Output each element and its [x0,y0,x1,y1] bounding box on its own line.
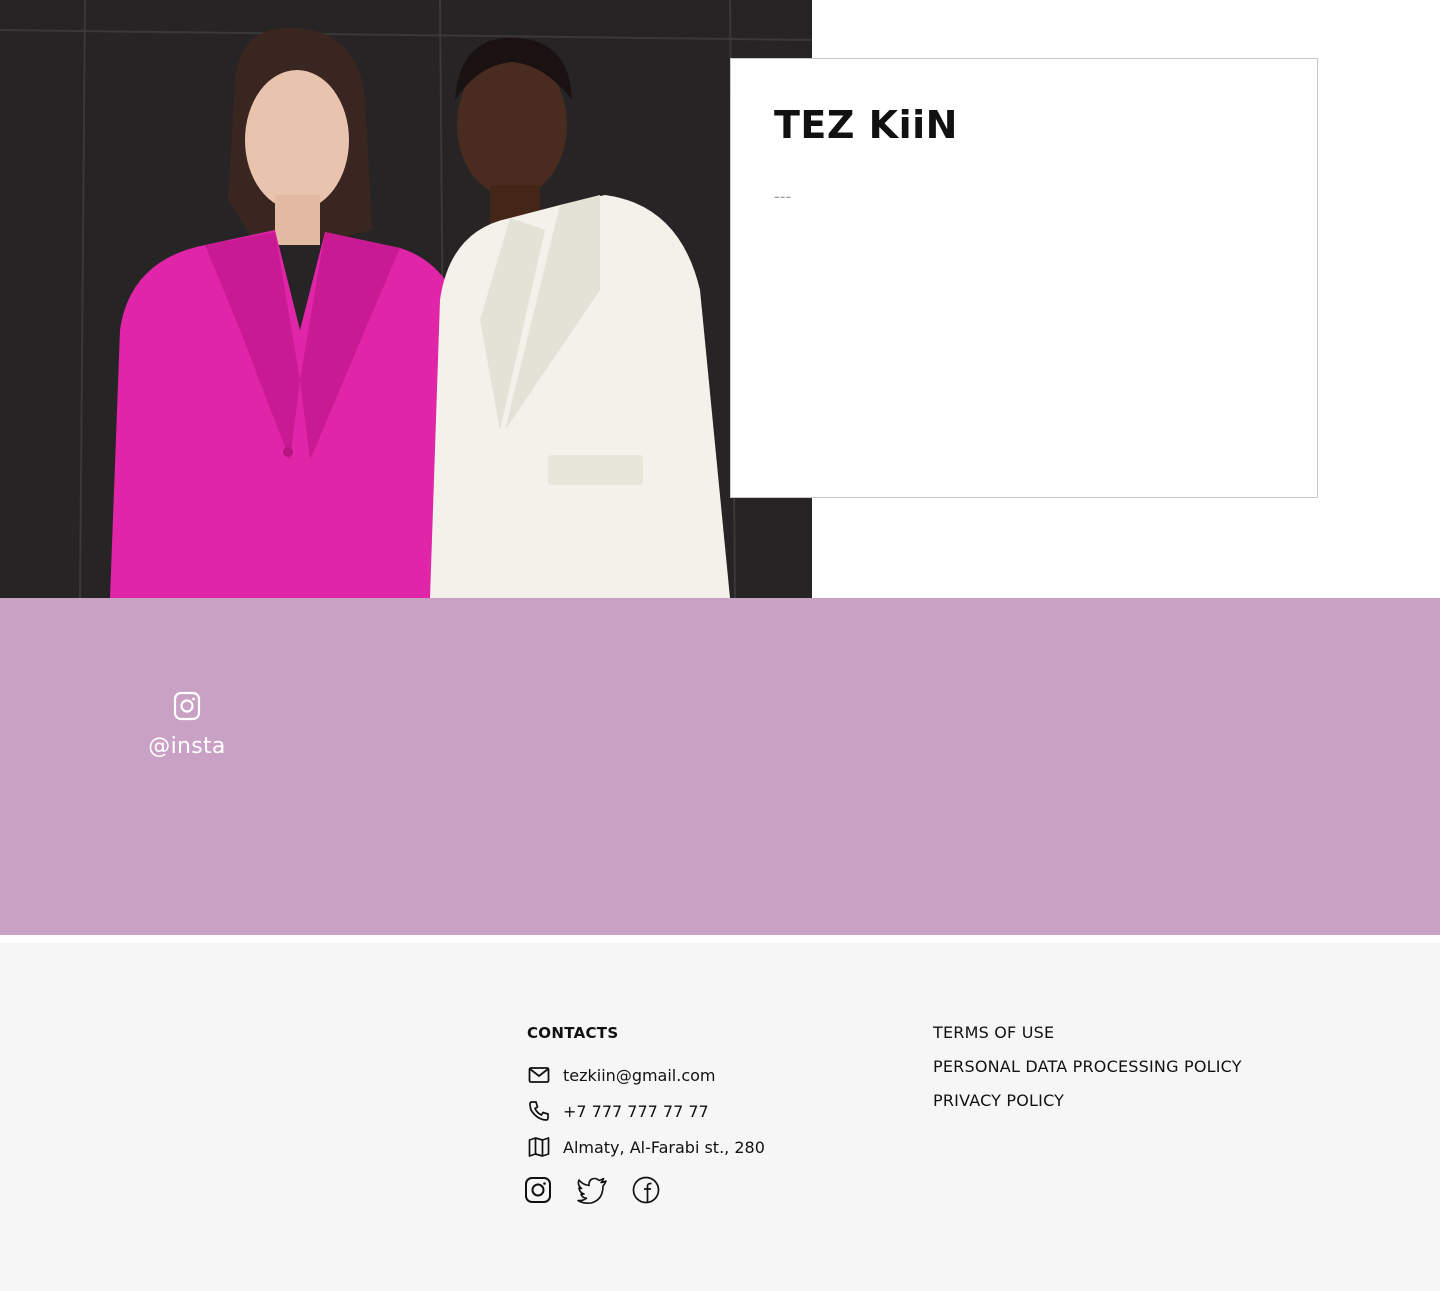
contact-email-row[interactable]: tezkiin@gmail.com [526,1062,716,1088]
hero-photo-illustration [0,0,812,598]
contacts-heading: CONTACTS [527,1024,619,1042]
section-divider [0,935,1440,943]
map-icon [526,1134,552,1160]
contact-phone[interactable]: +7 777 777 77 77 [563,1102,709,1121]
twitter-icon[interactable] [577,1175,607,1205]
hero-photo [0,0,812,598]
phone-icon [526,1098,552,1124]
instagram-handle-link[interactable]: @insta [112,734,262,759]
contact-address: Almaty, Al-Farabi st., 280 [563,1137,765,1157]
contact-email[interactable]: tezkiin@gmail.com [563,1066,716,1085]
footer: CONTACTS tezkiin@gmail.com +7 777 777 77… [0,943,1440,1291]
footer-policy-links: TERMS OF USE PERSONAL DATA PROCESSING PO… [933,1023,1242,1125]
mail-icon [526,1062,552,1088]
instagram-icon[interactable] [523,1175,553,1205]
instagram-icon[interactable] [172,690,202,722]
personal-data-policy-link[interactable]: PERSONAL DATA PROCESSING POLICY [933,1057,1242,1077]
hero-subtitle: --- [774,187,792,206]
facebook-icon[interactable] [631,1175,661,1205]
hero-card: TEZ KiiN --- [730,58,1318,498]
terms-of-use-link[interactable]: TERMS OF USE [933,1023,1242,1043]
contact-phone-row[interactable]: +7 777 777 77 77 [526,1098,709,1124]
privacy-policy-link[interactable]: PRIVACY POLICY [933,1091,1242,1111]
page-title: TEZ KiiN [774,103,958,147]
hero-section: TEZ KiiN --- [0,0,1440,598]
contact-address-row: Almaty, Al-Farabi st., 280 [526,1134,765,1160]
instagram-band: @insta [0,598,1440,935]
